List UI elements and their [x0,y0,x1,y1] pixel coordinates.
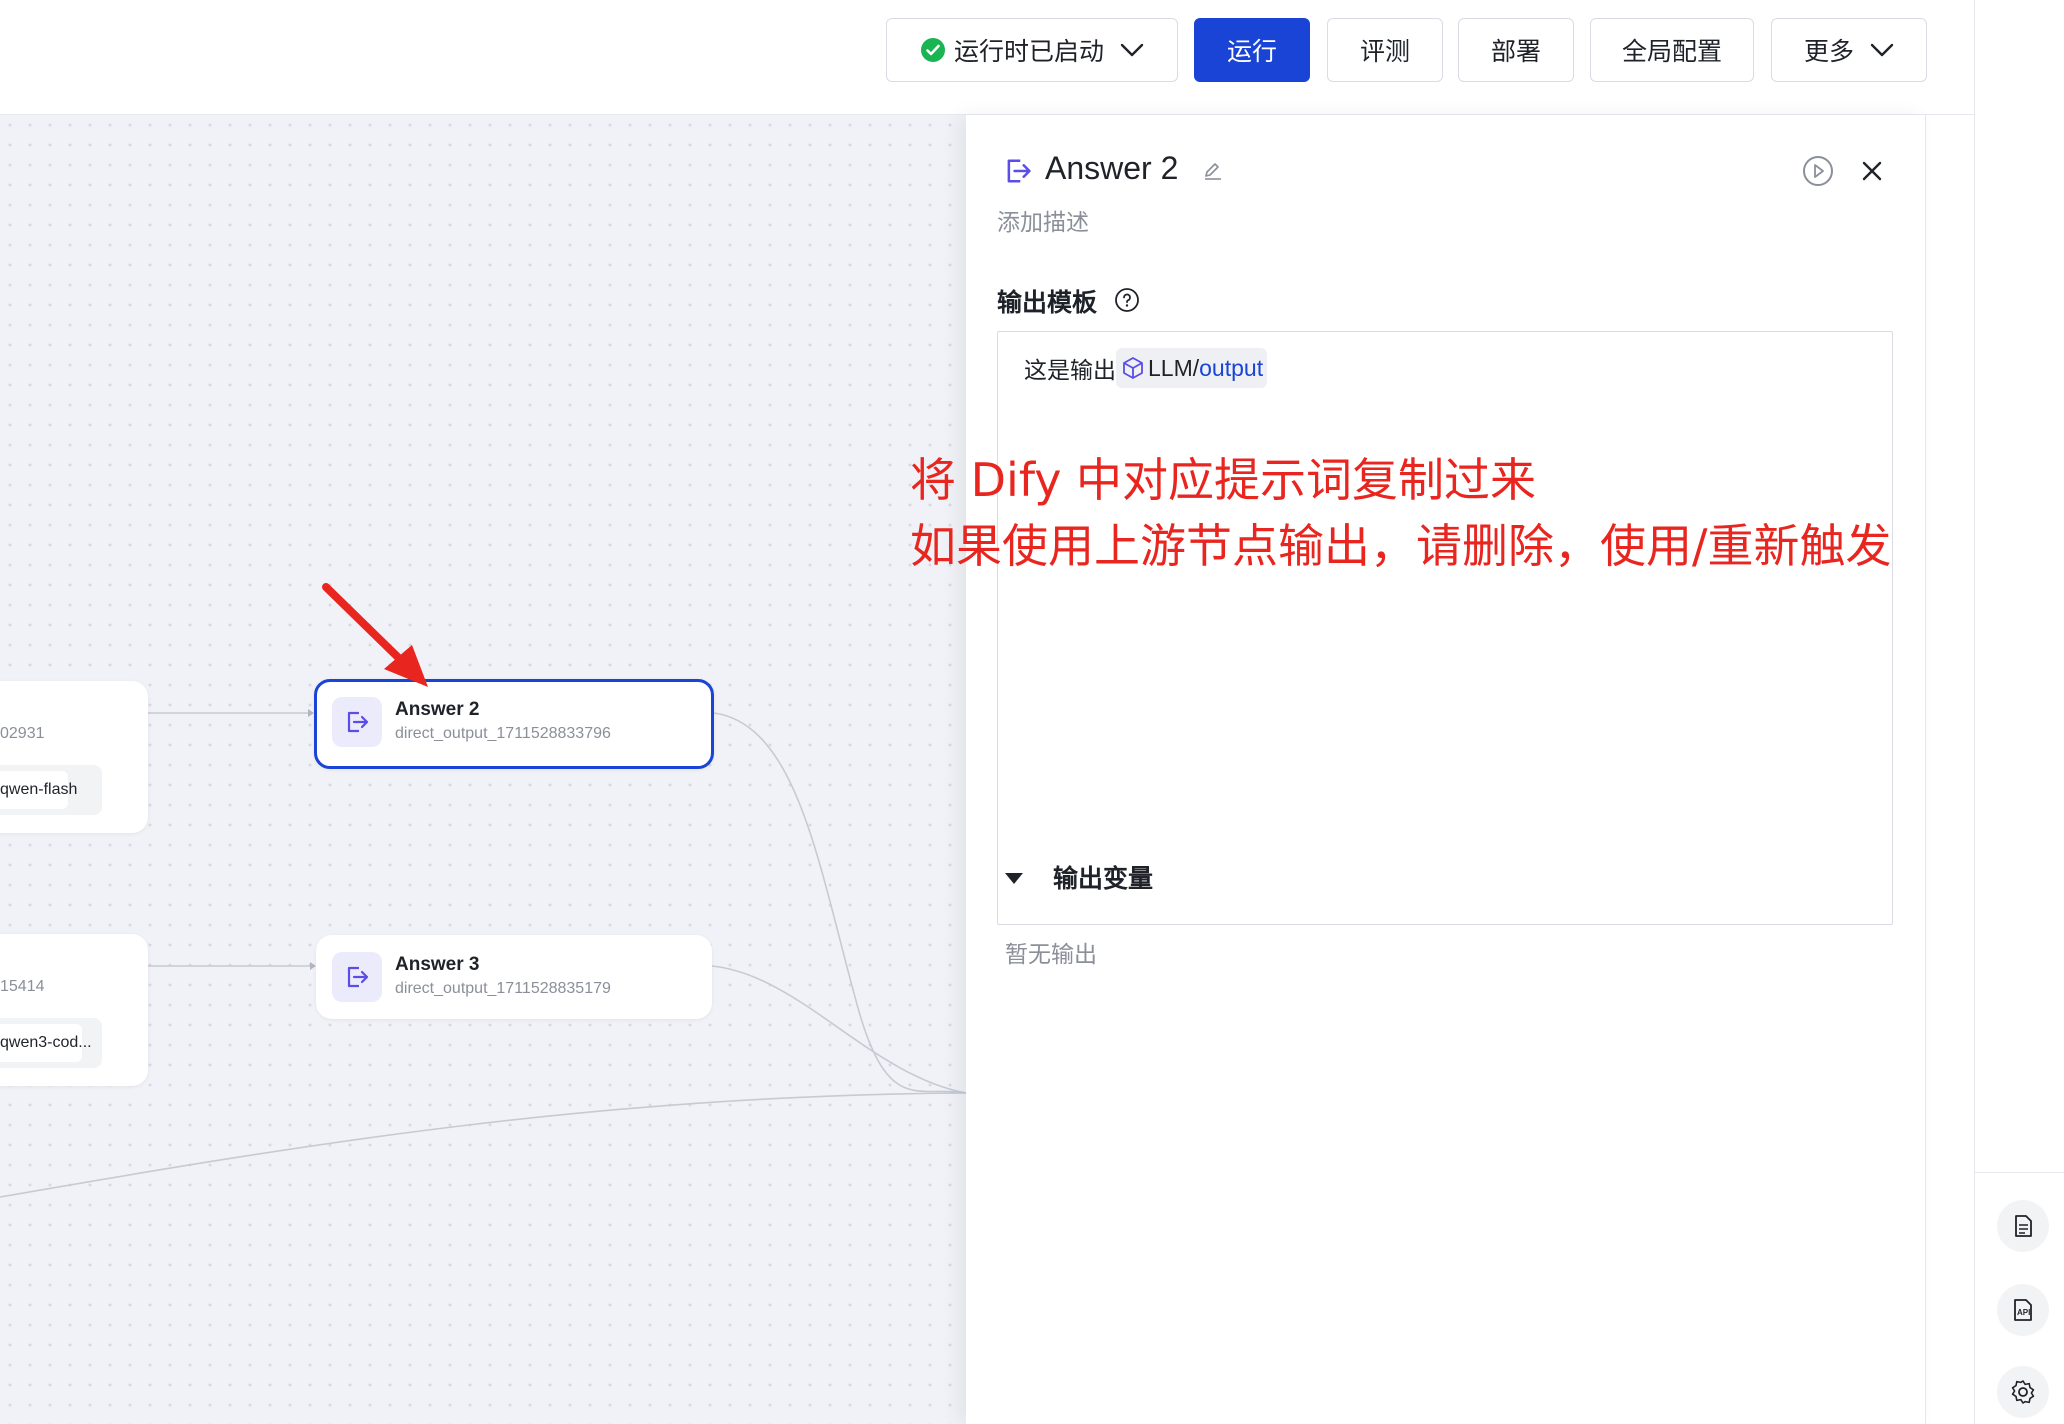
global-config-button[interactable]: 全局配置 [1590,18,1754,82]
model-row: qwen-flash [0,765,102,815]
annotation-arrow-icon [322,583,428,687]
llm-cube-icon [1120,355,1146,381]
model-chip: qwen-flash [0,771,77,809]
variable-name: output [1199,354,1264,381]
api-icon[interactable]: API [1997,1284,2049,1336]
node-config-panel: Answer 2 添加描述 输出模板 这是输出 LLM / output 输出变量 … [966,115,1926,1424]
more-dropdown[interactable]: 更多 [1771,18,1927,82]
panel-title[interactable]: Answer 2 [1045,150,1178,187]
description-input[interactable]: 添加描述 [997,203,1089,237]
answer-3-node[interactable]: Answer 3 direct_output_1711528835179 [316,935,712,1019]
llm-node-1[interactable]: 02931 qwen-flash [0,681,148,833]
output-vars-label[interactable]: 输出变量 [1053,859,1153,895]
more-label: 更多 [1803,38,1854,66]
template-editor[interactable]: 这是输出 LLM / output [997,331,1893,925]
run-button[interactable]: 运行 [1194,18,1310,82]
node-id: 02931 [0,725,45,742]
node-id: 15414 [0,978,45,995]
node-subtitle: direct_output_1711528833796 [395,725,611,742]
workflow-canvas[interactable]: 02931 qwen-flash 15414 qwen3-cod... Answ… [0,115,966,1424]
run-node-icon[interactable] [1802,155,1834,192]
variable-source: LLM [1148,354,1193,381]
svg-text:API: API [2017,1308,2030,1317]
close-icon[interactable] [1860,159,1884,188]
node-title: Answer 3 [395,954,480,975]
no-output-text: 暂无输出 [1005,941,1097,967]
runtime-status-dropdown[interactable]: 运行时已启动 [886,18,1178,82]
model-chip: qwen3-cod... [0,1024,92,1062]
document-icon[interactable] [1997,1200,2049,1252]
template-label: 输出模板 [997,289,1098,317]
answer-node-icon [332,952,382,1002]
model-row: qwen3-cod... [0,1018,102,1068]
chevron-down-icon [1870,42,1894,58]
edit-icon[interactable] [1202,160,1224,187]
deploy-button[interactable]: 部署 [1458,18,1574,82]
rail-divider [1975,1172,2064,1173]
evaluate-button[interactable]: 评测 [1327,18,1443,82]
node-subtitle: direct_output_1711528835179 [395,980,611,997]
annotation-line-2: 如果使用上游节点输出，请删除，使用/重新触发 [910,519,1892,573]
caret-down-icon[interactable] [1004,872,1024,891]
llm-node-2[interactable]: 15414 qwen3-cod... [0,934,148,1086]
right-rail: API [1974,0,2064,1424]
top-toolbar: 运行时已启动 运行 评测 部署 全局配置 更多 [0,0,1974,115]
runtime-status-label: 运行时已启动 [953,38,1104,66]
template-content: 这是输出 LLM / output [1024,348,1268,388]
variable-chip[interactable]: LLM / output [1116,348,1268,388]
gear-icon[interactable] [1997,1366,2049,1418]
answer-node-icon [1002,155,1034,192]
chevron-down-icon [1120,42,1144,58]
check-circle-icon [920,37,946,63]
annotation-line-1: 将 Dify 中对应提示词复制过来 [910,453,1537,507]
template-text: 这是输出 [1024,357,1116,383]
help-icon[interactable] [1114,287,1140,318]
